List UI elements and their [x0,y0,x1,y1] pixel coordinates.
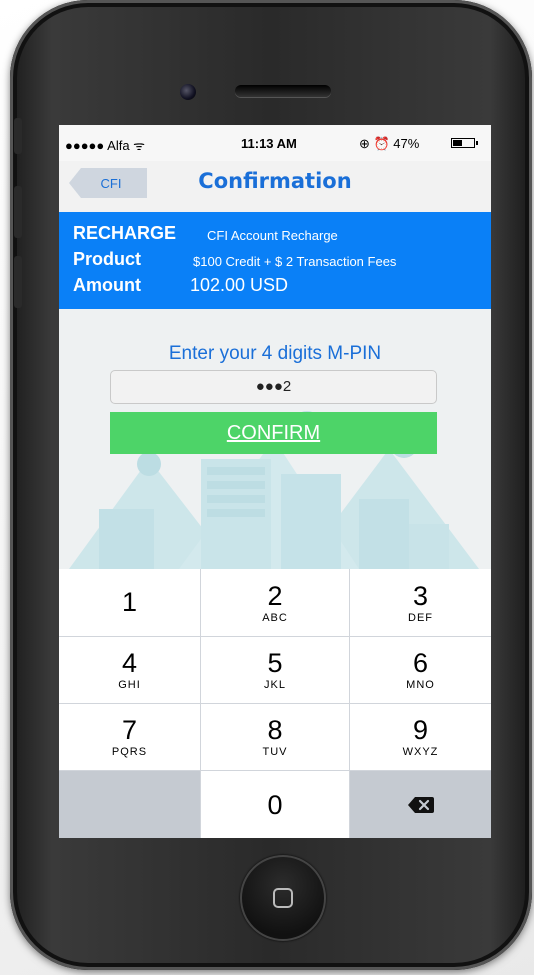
front-camera-icon [180,84,196,100]
home-button[interactable] [240,855,326,941]
key-digit: 2 [267,580,283,611]
mpin-input[interactable]: ●●●2 [110,370,437,404]
navigation-bar: Confirmation CFI [59,161,491,213]
key-digit: 1 [121,586,138,617]
pin-prompt: Enter your 4 digits M-PIN [168,343,382,364]
key-letters: GHI [118,679,141,691]
key-1[interactable]: 1 [59,569,200,636]
key-letters: WXYZ [402,746,439,758]
status-time: 11:13 AM [241,136,297,151]
key-8[interactable]: 8 TUV [201,704,349,770]
product-value: $100 Credit + $ 2 Transaction Fees [193,254,397,269]
key-digit: 8 [267,715,283,745]
key-letters: DEF [408,611,433,624]
key-9[interactable]: 9 WXYZ [350,704,491,770]
status-indicators: ⊕ ⏰ 47% [359,136,420,151]
mute-switch [14,118,22,154]
key-blank [59,771,200,838]
key-letters: PQRS [111,746,148,758]
key-letters: MNO [406,679,435,691]
key-6[interactable]: 6 MNO [350,637,491,703]
volume-up-button [14,186,22,238]
numeric-keypad: 1 2 ABC 3 DEF 4 GHI 5 JKL 6 MNO 7 PQRS 8 [59,569,491,838]
key-4[interactable]: 4 GHI [59,637,200,703]
key-digit: 3 [412,580,429,611]
city-skyline-illustration [69,411,479,569]
back-button[interactable]: CFI [69,168,147,198]
volume-down-button [14,256,22,308]
key-3[interactable]: 3 DEF [350,569,491,636]
battery-fill [453,140,463,146]
product-label: Product [73,249,142,269]
key-2[interactable]: 2 ABC [201,569,349,636]
pin-entry-area: Enter your 4 digits M-PIN ●●●2 CONFIRM [59,309,491,569]
key-digit: 4 [121,648,138,678]
transaction-summary: RECHARGE CFI Account Recharge Product $1… [59,212,491,309]
key-letters: JKL [264,679,286,691]
backspace-icon [407,796,434,813]
key-digit: 0 [267,789,283,820]
confirm-button[interactable]: CONFIRM [110,412,437,454]
key-letters: ABC [262,611,288,624]
earpiece-speaker [235,85,331,97]
key-digit: 5 [267,648,283,678]
key-7[interactable]: 7 PQRS [59,704,200,770]
status-bar: ●●●●● Alfa ᯤ 11:13 AM ⊕ ⏰ 47% [59,125,491,161]
phone-screen: ●●●●● Alfa ᯤ 11:13 AM ⊕ ⏰ 47% Confirmati… [59,125,491,838]
key-letters: TUV [262,746,288,758]
battery-icon [451,138,475,148]
amount-label: Amount [73,275,141,295]
amount-value: 102.00 USD [190,275,289,295]
home-square-icon [273,888,293,908]
recharge-value: CFI Account Recharge [207,228,338,243]
key-digit: 7 [121,715,138,745]
key-digit: 6 [412,648,429,678]
key-digit: 9 [412,715,429,745]
carrier-signal: ●●●●● Alfa ᯤ [65,138,146,153]
recharge-label: RECHARGE [73,223,177,243]
key-5[interactable]: 5 JKL [201,637,349,703]
back-button-label: CFI [100,175,122,191]
battery-tip [476,141,478,145]
key-0[interactable]: 0 [201,771,349,838]
delete-key[interactable] [350,771,491,838]
